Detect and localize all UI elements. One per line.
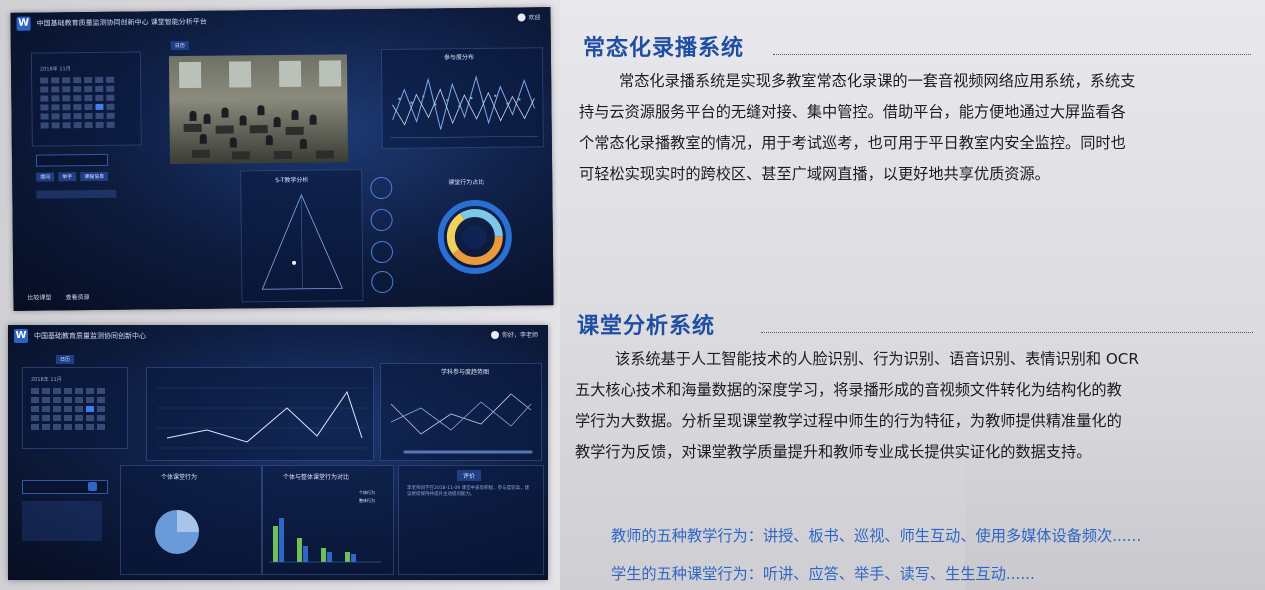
text-column: 常态化录播系统 常态化录播系统是实现多教室常态化录课的一套音视频网络应用系统，系…: [565, 0, 1265, 590]
paragraph-line: 教学行为反馈，对课堂教学质量提升和教师专业成长提供实证化的数据支持。: [575, 443, 1092, 461]
individual-pie-svg: [155, 510, 199, 554]
raise-hand-button[interactable]: 举手: [58, 172, 77, 182]
window: [318, 60, 342, 87]
calendar-panel: 2018年 11月: [22, 367, 128, 449]
paragraph-line: 常态化录播系统是实现多教室常态化录课的一套音视频网络应用系统，系统支: [619, 72, 1136, 90]
user-area[interactable]: 你好，李老师: [490, 330, 538, 339]
topbar: W 中国基础教育质量监测协同创新中心: [8, 325, 548, 347]
st-analysis-svg: [261, 193, 343, 290]
trend-line-chart: [146, 367, 374, 461]
window: [228, 61, 252, 88]
view-resource-button[interactable]: 查看资源: [65, 292, 89, 301]
participation-chart: 参与度分布: [380, 47, 544, 149]
heading-divider: [761, 332, 1253, 333]
user-name: 你好，李老师: [501, 332, 538, 339]
individual-vs-group-chart: 个体与整体课堂行为对比 个体行为 整体行为: [262, 465, 394, 575]
evaluation-panel: 评价 李老师同学在2018-11-09 课堂中表现积极，参与度较高，建议继续保持…: [398, 465, 544, 575]
avatar-icon: [517, 12, 526, 22]
list-panel[interactable]: [22, 501, 102, 541]
student-behaviors-line: 学生的五种课堂行为：听讲、应答、举手、读写、生生互动......: [611, 565, 1035, 583]
logo-icon: W: [16, 16, 31, 31]
paragraph-line: 个常态化录播教室的情况，用于考试巡考，也可用于平日教室内安全监控。同时也: [579, 134, 1126, 152]
recording-dashboard-screenshot: W 中国基础教育质量监测协同创新中心 课堂智能分析平台 欢迎 日历 2018年 …: [10, 7, 554, 311]
recording-paragraph: 常态化录播系统是实现多教室常态化录课的一套音视频网络应用系统，系统支 持与云资源…: [579, 66, 1259, 190]
paragraph-line: 该系统基于人工智能技术的人脸识别、行为识别、语音识别、表情识别和 OCR: [615, 350, 1139, 368]
tab-calendar[interactable]: 日历: [170, 40, 189, 51]
calendar-grid[interactable]: [31, 388, 105, 430]
subject-trend-chart: 学科参与度趋势图: [380, 363, 542, 461]
trend-line-svg: [157, 387, 367, 449]
calendar-grid[interactable]: [40, 76, 115, 129]
section-heading-recording: 常态化录播系统: [583, 36, 745, 61]
search-input[interactable]: [35, 153, 109, 167]
list-row[interactable]: [36, 189, 117, 199]
window: [278, 60, 302, 88]
calendar-month: 2018年 11月: [31, 377, 62, 383]
participation-chart-svg: [390, 75, 538, 139]
calendar-month: 2018年 11月: [40, 66, 71, 73]
window: [178, 61, 202, 89]
app-title: 中国基础教育质量监测协同创新中心: [34, 332, 146, 340]
behavior-ratio-chart: 课堂行为占比: [402, 172, 543, 295]
teacher-behaviors-line: 教师的五种教学行为：讲授、板书、巡视、师生互动、使用多媒体设备频次......: [611, 527, 1142, 545]
status-circle[interactable]: [370, 176, 393, 200]
user-area[interactable]: 欢迎: [517, 12, 541, 22]
bottom-bar: 比较课型 查看资源: [27, 292, 89, 302]
compare-course-button[interactable]: 比较课型: [27, 292, 51, 301]
bar-chart-svg: [269, 518, 381, 563]
calendar-panel: 2018年 11月: [30, 51, 142, 147]
evaluation-text: 李老师同学在2018-11-09 课堂中表现积极，参与度较高，建议继续保持并提升…: [407, 486, 530, 497]
ask-button[interactable]: 提问: [36, 172, 55, 182]
heading-divider: [773, 54, 1251, 55]
user-name: 欢迎: [528, 14, 541, 22]
search-icon[interactable]: [88, 482, 97, 491]
evaluation-title: 评价: [457, 470, 482, 481]
section-heading-analysis: 课堂分析系统: [577, 314, 716, 339]
st-analysis-chart: S-T教学分析: [240, 169, 364, 303]
status-circle[interactable]: [370, 240, 394, 264]
course-info-button[interactable]: 课程信息: [80, 171, 109, 182]
topbar: W 中国基础教育质量监测协同创新中心 课堂智能分析平台: [10, 7, 550, 35]
analysis-paragraph: 该系统基于人工智能技术的人脸识别、行为识别、语音识别、表情识别和 OCR 五大核…: [575, 344, 1263, 468]
analysis-dashboard-screenshot: W 中国基础教育质量监测协同创新中心 你好，李老师 日历 2018年 11月 学…: [8, 325, 548, 580]
subject-trend-svg: [390, 393, 533, 454]
paragraph-line: 五大核心技术和海量数据的深度学习，将录播形成的音视频文件转化为结构化的教: [575, 381, 1122, 399]
behavior-donut-svg: [437, 199, 512, 274]
logo-icon: W: [14, 329, 28, 343]
individual-behavior-chart: 个体课堂行为: [120, 465, 262, 575]
tab-calendar[interactable]: 日历: [56, 355, 75, 364]
left-button-row: 提问 举手 课程信息: [36, 171, 109, 182]
paragraph-line: 学行为大数据。分析呈现课堂教学过程中师生的行为特征，为教师提供精准量化的: [575, 412, 1122, 430]
paragraph-line: 可轻松实现实时的跨校区、甚至广域网直播，以更好地共享优质资源。: [579, 165, 1050, 183]
status-circle[interactable]: [370, 208, 393, 232]
status-circle[interactable]: [371, 270, 394, 294]
avatar-icon: [490, 330, 499, 339]
app-title: 中国基础教育质量监测协同创新中心 课堂智能分析平台: [36, 17, 207, 28]
classroom-video[interactable]: [168, 54, 349, 165]
paragraph-line: 持与云资源服务平台的无缝对接、集中管控。借助平台，能方便地通过大屏监看各: [579, 103, 1126, 121]
